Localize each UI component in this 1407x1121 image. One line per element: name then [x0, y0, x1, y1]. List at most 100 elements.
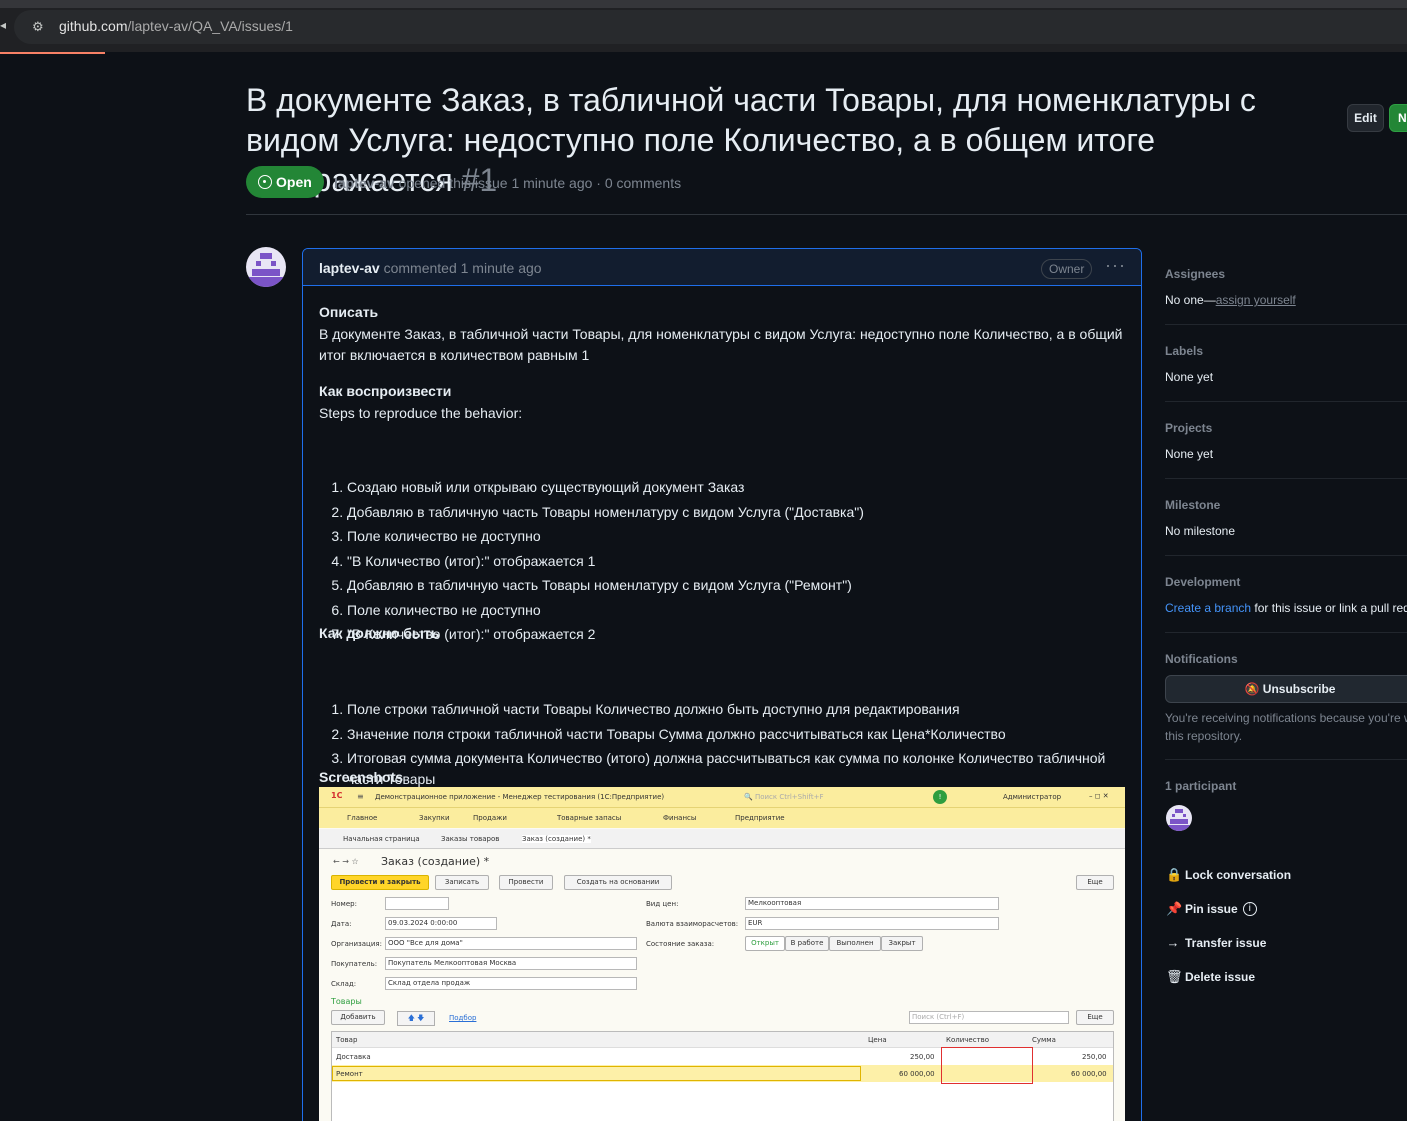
trash-icon: 🗑 — [1166, 969, 1183, 984]
sidebar-divider — [1165, 324, 1407, 325]
projects-label[interactable]: Projects — [1165, 421, 1212, 435]
btn-more-table: Еще — [1076, 1010, 1114, 1025]
list-item: Поле количество не доступно — [347, 526, 1125, 551]
btn-add: Добавить — [331, 1010, 385, 1025]
app-search-hint: Поиск Ctrl+Shift+F — [754, 793, 824, 801]
pin-issue-button[interactable]: 📌 Pin issue i — [1166, 901, 1257, 917]
describe-text: В документе Заказ, в табличной части Тов… — [319, 326, 1123, 363]
assign-yourself-link[interactable]: assign yourself — [1216, 293, 1296, 307]
nav-item: Главное — [347, 814, 378, 822]
label-store: Склад: — [331, 980, 357, 988]
sidebar-divider — [1165, 401, 1407, 402]
heading-screenshots: Screenshots — [319, 769, 404, 785]
expected-list: Поле строки табличной части Товары Колич… — [319, 699, 1125, 790]
label-number: Номер: — [331, 900, 357, 908]
btn-post-close: Провести и закрыть — [331, 875, 429, 890]
list-item: "В Количество (итог):" отображается 1 — [347, 551, 1125, 576]
unsubscribe-button[interactable]: 🔕 Unsubscribe — [1165, 675, 1407, 703]
btn-post: Провести — [499, 875, 553, 890]
app-tab-active: Заказ (создание) * — [522, 835, 591, 843]
comment-header: laptev-av commented 1 minute ago Owner ·… — [303, 249, 1141, 286]
list-item: Поле строки табличной части Товары Колич… — [347, 699, 1125, 720]
development-text: for this issue or link a pull req — [1254, 601, 1407, 615]
notification-icon: ! — [933, 790, 947, 804]
table-search: Поиск (Ctrl+F) — [909, 1011, 1069, 1024]
list-item: Итоговая сумма документа Количество (ито… — [347, 748, 1125, 790]
field-price-type: Мелкооптовая — [745, 897, 999, 910]
loading-progress — [0, 52, 105, 54]
app-menu-icon: ≡ — [357, 792, 364, 801]
col-sum: Сумма — [1032, 1036, 1056, 1044]
heading-expected: Как должно быть — [319, 625, 440, 641]
app-search: 🔍 Поиск Ctrl+Shift+F — [744, 793, 824, 801]
list-item: Добавляю в табличную часть Товары номенл… — [347, 502, 1125, 527]
sidebar-divider — [1165, 632, 1407, 633]
back-icon[interactable]: ◂ — [0, 18, 6, 32]
status-label: Open — [276, 174, 312, 190]
field-currency: EUR — [745, 917, 999, 930]
address-bar[interactable]: ⚙ github.com/laptev-av/QA_VA/issues/1 — [14, 10, 1407, 44]
lock-conversation-button[interactable]: 🔒 Lock conversation — [1166, 867, 1291, 883]
app-title: Демонстрационное приложение - Менеджер т… — [375, 793, 665, 801]
btn-select: Подбор — [449, 1014, 477, 1022]
screenshot-image[interactable]: 1С ≡ Демонстрационное приложение - Менед… — [319, 787, 1125, 1121]
list-item: "В Количество (итог):" отображается 2 — [347, 624, 1125, 649]
col-price: Цена — [868, 1036, 887, 1044]
create-branch-link[interactable]: Create a branch — [1165, 601, 1251, 615]
new-issue-button[interactable]: N — [1389, 104, 1407, 132]
delete-issue-button[interactable]: 🗑 Delete issue — [1166, 969, 1255, 985]
steps-list: Создаю новый или открываю существующий д… — [319, 477, 1125, 649]
label-date: Дата: — [331, 920, 352, 928]
pin-icon: 📌 — [1166, 901, 1183, 916]
participant-avatar[interactable] — [1166, 805, 1192, 831]
issue-meta-text: opened this issue 1 minute ago · 0 comme… — [398, 175, 682, 191]
sidebar-divider — [1165, 759, 1407, 760]
field-store: Склад отдела продаж — [385, 977, 637, 990]
url-text[interactable]: github.com/laptev-av/QA_VA/issues/1 — [59, 18, 293, 34]
info-icon[interactable]: i — [1242, 902, 1257, 916]
milestone-label[interactable]: Milestone — [1165, 498, 1220, 512]
avatar[interactable] — [246, 247, 286, 287]
nav-item: Закупки — [419, 814, 450, 822]
labels-label[interactable]: Labels — [1165, 344, 1203, 358]
doc-title: Заказ (создание) * — [381, 855, 490, 868]
transfer-label: Transfer issue — [1185, 935, 1267, 950]
btn-save: Записать — [435, 875, 489, 890]
table-header: Товар Цена Количество Сумма — [332, 1032, 1113, 1048]
section-goods: Товары — [331, 997, 362, 1006]
site-settings-icon[interactable]: ⚙ — [32, 19, 48, 35]
lock-icon: 🔒 — [1166, 867, 1183, 882]
cell-price: 250,00 — [910, 1053, 935, 1061]
assignees-label[interactable]: Assignees — [1165, 267, 1225, 281]
assignees-none: No one— — [1165, 293, 1216, 307]
field-number — [385, 897, 449, 910]
comment-author-link[interactable]: laptev-av — [319, 260, 380, 276]
edit-button[interactable]: Edit — [1347, 104, 1384, 132]
development-label[interactable]: Development — [1165, 575, 1240, 589]
development-value: Create a branch for this issue or link a… — [1165, 601, 1407, 615]
cell-price: 60 000,00 — [899, 1070, 935, 1078]
lock-label: Lock conversation — [1185, 868, 1292, 882]
status-in-work: В работе — [785, 936, 829, 951]
field-date: 09.03.2024 0:00:00 — [385, 917, 497, 930]
labels-value: None yet — [1165, 370, 1214, 384]
arrow-right-icon: → — [1166, 935, 1180, 950]
cell-sum: 250,00 — [1082, 1053, 1107, 1061]
col-qty: Количество — [946, 1036, 990, 1044]
heading-reproduce: Как воспроизвести — [319, 383, 452, 399]
comment-author-line: laptev-av commented 1 minute ago — [319, 260, 542, 276]
comment-menu-button[interactable]: ··· — [1105, 255, 1126, 276]
nav-item: Продажи — [473, 814, 507, 822]
tab-strip — [0, 0, 1407, 8]
move-arrows-icon: 🡅 🡇 — [397, 1011, 435, 1026]
delete-label: Delete issue — [1185, 970, 1256, 984]
transfer-issue-button[interactable]: → Transfer issue — [1166, 935, 1267, 950]
nav-item: Предприятие — [735, 814, 785, 822]
issue-author-link[interactable]: laptev-av — [334, 175, 395, 191]
label-status: Состояние заказа: — [646, 940, 715, 948]
cell-sum: 60 000,00 — [1071, 1070, 1107, 1078]
header-divider — [246, 214, 1407, 215]
participants-label: 1 participant — [1165, 779, 1237, 793]
cell-item: Ремонт — [336, 1070, 363, 1078]
status-open: Открыт — [745, 936, 785, 951]
